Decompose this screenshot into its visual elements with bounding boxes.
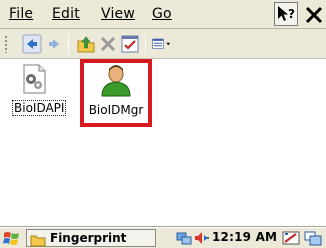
close-button[interactable] xyxy=(303,2,325,26)
properties-button[interactable] xyxy=(120,34,140,54)
settings-file-icon xyxy=(23,64,46,94)
delete-x-icon xyxy=(100,36,116,52)
back-button[interactable] xyxy=(22,34,42,54)
toolbar-separator xyxy=(145,34,146,54)
toolbar xyxy=(0,29,326,59)
delete-button[interactable] xyxy=(98,34,118,54)
svg-text:?: ? xyxy=(288,7,295,21)
whats-this-button[interactable]: ? xyxy=(274,2,298,26)
forward-arrow-icon xyxy=(49,39,59,49)
up-button[interactable] xyxy=(76,34,96,54)
windows-flag-icon xyxy=(3,232,19,245)
menu-view-label: View xyxy=(101,6,136,22)
clock[interactable]: 12:19 AM xyxy=(212,230,277,244)
task-button-fingerprint[interactable]: Fingerprint xyxy=(26,229,156,247)
help-pointer-icon: ? xyxy=(278,6,295,21)
speaker-icon[interactable] xyxy=(193,230,211,248)
close-icon xyxy=(305,6,323,24)
menu-go[interactable]: Go xyxy=(152,6,172,22)
start-button[interactable] xyxy=(2,229,22,248)
toolbar-separator xyxy=(68,34,69,54)
desktop-switch-icon[interactable] xyxy=(304,230,322,248)
desktop-item-label: BioIDAPI xyxy=(12,100,67,116)
desktop-item-bioidapi[interactable]: BioIDAPI xyxy=(12,63,67,116)
back-arrow-icon xyxy=(22,34,42,54)
properties-icon xyxy=(121,35,139,53)
menu-file-label: File xyxy=(9,6,34,22)
toolbar-grip[interactable] xyxy=(4,35,8,53)
connectivity-icon[interactable] xyxy=(176,230,192,248)
menu-go-label: Go xyxy=(152,6,172,22)
menu-view[interactable]: View xyxy=(101,6,135,22)
menu-bar: File Edit View Go ? xyxy=(0,0,326,29)
folder-up-icon xyxy=(77,36,95,53)
task-button-label: Fingerprint xyxy=(50,231,127,245)
input-panel-icon[interactable] xyxy=(282,230,300,248)
menu-edit-label: Edit xyxy=(52,6,80,22)
view-menu-button[interactable] xyxy=(152,34,184,54)
system-tray: 12:19 AM xyxy=(176,229,326,248)
forward-button[interactable] xyxy=(44,34,64,54)
menu-file[interactable]: File xyxy=(9,6,33,22)
menu-edit[interactable]: Edit xyxy=(52,6,80,22)
taskbar: Fingerprint 12:19 AM xyxy=(0,227,326,248)
folder-icon xyxy=(30,232,46,247)
highlight-box xyxy=(80,59,152,127)
view-list-icon xyxy=(152,38,171,49)
